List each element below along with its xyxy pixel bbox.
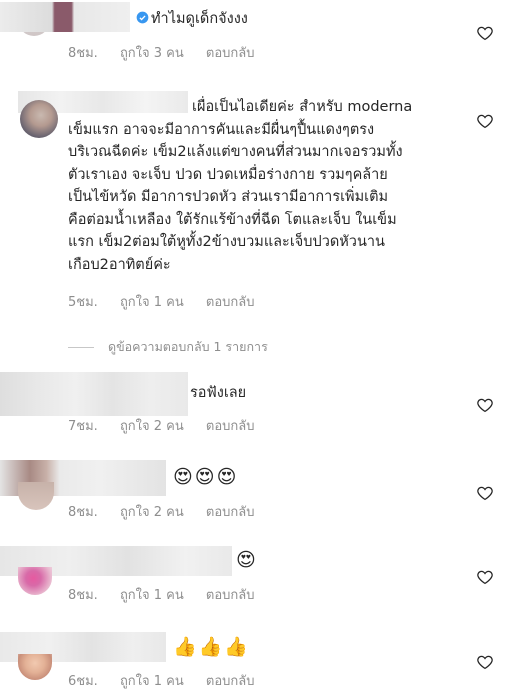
heart-outline-icon[interactable] bbox=[476, 484, 494, 502]
comment-line: เข็มแรก อาจจะมีอาการคันและมีผื่นๆปื้นแดง… bbox=[68, 121, 375, 138]
comment-text: 😍 bbox=[236, 549, 258, 571]
comment-meta: 8ชม. ถูกใจ 3 คน ตอบกลับ bbox=[68, 42, 273, 63]
comment-line: แรก เข็ม2ต่อมใต้หูทั้ง2ข้างบวมและเจ็บปวด… bbox=[68, 234, 385, 250]
avatar[interactable] bbox=[18, 482, 54, 510]
comment-meta: 5ชม. ถูกใจ 1 คน ตอบกลับ bbox=[68, 291, 273, 312]
timestamp: 5ชม. bbox=[68, 295, 98, 310]
comment-line: เกือบ2อาทิตย์ค่ะ bbox=[68, 256, 171, 273]
comment-line: คือต่อมน้ำเหลือง ใต้รักแร้ข้างที่ฉีด โตแ… bbox=[68, 211, 397, 228]
likes-count[interactable]: ถูกใจ 2 คน bbox=[120, 419, 184, 434]
heart-outline-icon[interactable] bbox=[476, 653, 494, 671]
verified-badge-icon bbox=[136, 11, 149, 24]
view-replies-button[interactable]: ดูข้อความตอบกลับ 1 รายการ bbox=[68, 337, 268, 357]
avatar[interactable] bbox=[18, 567, 52, 595]
timestamp: 8ชม. bbox=[68, 46, 98, 61]
timestamp: 7ชม. bbox=[68, 419, 98, 434]
likes-count[interactable]: ถูกใจ 1 คน bbox=[120, 295, 184, 310]
reply-button[interactable]: ตอบกลับ bbox=[206, 46, 255, 61]
reply-button[interactable]: ตอบกลับ bbox=[206, 295, 255, 310]
blurred-username bbox=[0, 372, 188, 416]
blurred-username bbox=[0, 2, 130, 32]
comment-text: 👍👍👍 bbox=[173, 636, 250, 658]
timestamp: 8ชม. bbox=[68, 505, 98, 520]
likes-count[interactable]: ถูกใจ 3 คน bbox=[120, 46, 184, 61]
heart-outline-icon[interactable] bbox=[476, 24, 494, 42]
comment-text: รอฟังเลย bbox=[190, 385, 247, 401]
likes-count[interactable]: ถูกใจ 1 คน bbox=[120, 674, 184, 689]
comment-6: 👍👍👍 6ชม. ถูกใจ 1 คน ตอบกลับ bbox=[0, 630, 522, 696]
timestamp: 8ชม. bbox=[68, 588, 98, 603]
heart-outline-icon[interactable] bbox=[476, 112, 494, 130]
likes-count[interactable]: ถูกใจ 1 คน bbox=[120, 588, 184, 603]
reply-button[interactable]: ตอบกลับ bbox=[206, 419, 255, 434]
avatar[interactable] bbox=[20, 100, 58, 138]
heart-outline-icon[interactable] bbox=[476, 568, 494, 586]
comment-4: 😍😍😍 8ชม. ถูกใจ 2 คน ตอบกลับ bbox=[0, 460, 522, 522]
comment-3: รอฟังเลย 7ชม. ถูกใจ 2 คน ตอบกลับ bbox=[0, 370, 522, 440]
reply-button[interactable]: ตอบกลับ bbox=[206, 588, 255, 603]
reply-button[interactable]: ตอบกลับ bbox=[206, 505, 255, 520]
comment-meta: 8ชม. ถูกใจ 2 คน ตอบกลับ bbox=[68, 501, 273, 522]
reply-button[interactable]: ตอบกลับ bbox=[206, 674, 255, 689]
divider-line bbox=[68, 347, 94, 348]
comment-text: ทำไมดูเด็กจังงง bbox=[136, 8, 452, 31]
comment-2: เผื่อเป็นไอเดียค่ะ สำหรับ moderna เข็มแร… bbox=[0, 88, 522, 338]
comment-meta: 6ชม. ถูกใจ 1 คน ตอบกลับ bbox=[68, 670, 273, 691]
comment-1: ทำไมดูเด็กจังงง 8ชม. ถูกใจ 3 คน ตอบกลับ bbox=[0, 0, 522, 62]
likes-count[interactable]: ถูกใจ 2 คน bbox=[120, 505, 184, 520]
comment-line: ตัวเราเอง จะเจ็บ ปวด ปวดเหมื่อร่างกาย รว… bbox=[68, 166, 388, 183]
comment-meta: 8ชม. ถูกใจ 1 คน ตอบกลับ bbox=[68, 584, 273, 605]
comment-text: 😍😍😍 bbox=[173, 466, 239, 488]
comment-text: เผื่อเป็นไอเดียค่ะ สำหรับ moderna เข็มแร… bbox=[68, 96, 492, 276]
timestamp: 6ชม. bbox=[68, 674, 98, 689]
avatar[interactable] bbox=[18, 654, 52, 680]
comment-line: เผื่อเป็นไอเดียค่ะ สำหรับ moderna bbox=[192, 99, 413, 115]
comment-line: เป็นไข้หวัด มีอาการปวดหัว ส่วนเรามีอาการ… bbox=[68, 189, 389, 205]
comment-meta: 7ชม. ถูกใจ 2 คน ตอบกลับ bbox=[68, 415, 273, 436]
comment-5: 😍 8ชม. ถูกใจ 1 คน ตอบกลับ bbox=[0, 543, 522, 605]
comment-line: บริเวณฉีดค่ะ เข็ม2แล้งแต่ขางคนที่ส่วนมาก… bbox=[68, 144, 403, 160]
heart-outline-icon[interactable] bbox=[476, 396, 494, 414]
